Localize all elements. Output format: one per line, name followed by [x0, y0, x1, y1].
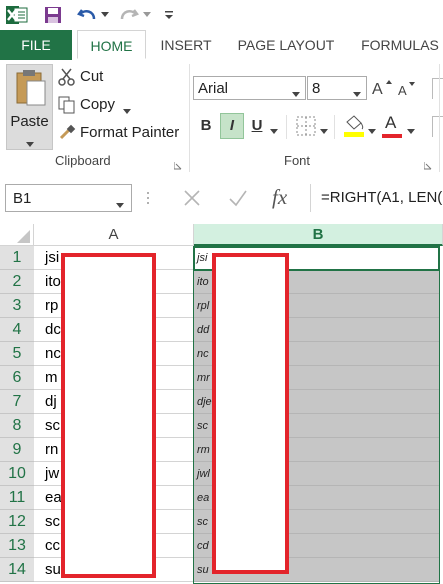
font-launcher-icon[interactable]	[423, 157, 432, 175]
row-header[interactable]: 6	[0, 366, 34, 390]
svg-text:A: A	[372, 81, 383, 98]
tab-formulas[interactable]: FORMULAS	[352, 30, 443, 60]
paste-label: Paste	[10, 113, 49, 130]
chevron-down-icon	[116, 196, 124, 213]
clipboard-group-label: Clipboard	[55, 153, 111, 168]
align-icon[interactable]	[432, 116, 443, 137]
undo-icon[interactable]	[76, 4, 98, 26]
chevron-down-icon	[353, 85, 361, 102]
ribbon-separator	[439, 64, 440, 172]
row-header[interactable]: 2	[0, 270, 34, 294]
formula-input[interactable]: =RIGHT(A1, LEN(	[310, 184, 443, 212]
ribbon-separator	[286, 115, 287, 139]
underline-button[interactable]: U	[248, 115, 266, 137]
tab-page-layout[interactable]: PAGE LAYOUT	[228, 30, 344, 60]
row-header[interactable]: 9	[0, 438, 34, 462]
decrease-font-size-icon[interactable]: A	[398, 80, 420, 105]
name-box-value: B1	[13, 190, 32, 207]
font-size-box[interactable]: 8	[307, 76, 367, 100]
format-painter-icon[interactable]	[58, 124, 78, 142]
row-header[interactable]: 8	[0, 414, 34, 438]
borders-icon[interactable]	[296, 116, 316, 141]
paste-dropdown-icon	[26, 135, 34, 153]
font-color-dropdown-icon[interactable]	[407, 122, 415, 140]
redaction-box-a	[61, 253, 156, 578]
row-header[interactable]: 5	[0, 342, 34, 366]
drag-handle-icon[interactable]	[146, 190, 150, 206]
tab-file[interactable]: FILE	[0, 30, 72, 60]
insert-function-icon[interactable]: fx	[272, 185, 287, 210]
font-size-value: 8	[312, 80, 321, 97]
formula-bar: B1 fx =RIGHT(A1, LEN(	[0, 176, 443, 224]
tab-insert[interactable]: INSERT	[150, 30, 222, 60]
undo-dropdown-icon[interactable]	[99, 4, 111, 26]
bold-button[interactable]: B	[196, 115, 216, 137]
borders-dropdown-icon[interactable]	[320, 122, 328, 140]
ribbon-tabs: FILE HOME INSERT PAGE LAYOUT FORMULAS	[0, 30, 443, 61]
redo-icon[interactable]	[118, 4, 140, 26]
row-header[interactable]: 12	[0, 510, 34, 534]
cancel-icon[interactable]	[182, 188, 202, 213]
chevron-down-icon	[292, 85, 300, 102]
format-painter-button[interactable]: Format Painter	[80, 124, 179, 141]
select-all-corner[interactable]	[0, 224, 34, 246]
copy-button[interactable]: Copy	[80, 96, 115, 113]
scissors-icon[interactable]	[58, 68, 78, 86]
enter-icon[interactable]	[228, 188, 248, 213]
quick-access-toolbar	[0, 0, 443, 30]
ribbon-separator	[189, 64, 190, 172]
ribbon: Paste Cut Copy Format Painter Clipboard …	[0, 60, 443, 177]
clipboard-launcher-icon[interactable]	[173, 157, 182, 175]
name-box[interactable]: B1	[5, 184, 132, 212]
underline-dropdown-icon[interactable]	[270, 122, 278, 140]
column-header-a[interactable]: A	[34, 224, 194, 246]
fill-color-dropdown-icon[interactable]	[368, 122, 376, 140]
clipboard-icon	[15, 69, 47, 112]
row-header[interactable]: 14	[0, 558, 34, 582]
row-header[interactable]: 13	[0, 534, 34, 558]
copy-icon[interactable]	[58, 96, 78, 114]
italic-button[interactable]: I	[220, 113, 244, 139]
ribbon-separator	[334, 115, 335, 139]
row-header[interactable]: 7	[0, 390, 34, 414]
row-header[interactable]: 10	[0, 462, 34, 486]
font-color-swatch	[382, 134, 402, 138]
tab-home[interactable]: HOME	[77, 30, 146, 59]
row-header[interactable]: 4	[0, 318, 34, 342]
redo-dropdown-icon[interactable]	[141, 4, 153, 26]
row-header[interactable]: 3	[0, 294, 34, 318]
row-header[interactable]: 11	[0, 486, 34, 510]
wrap-text-icon[interactable]	[432, 78, 443, 99]
save-icon[interactable]	[41, 4, 65, 26]
fill-color-icon[interactable]	[343, 114, 365, 143]
font-color-label: A	[385, 113, 397, 132]
font-color-button[interactable]: A	[382, 113, 402, 139]
cut-button[interactable]: Cut	[80, 68, 103, 85]
redaction-box-b	[212, 253, 289, 574]
spreadsheet-grid: A B 1 jsi jsi 2 ito ito 3 rp rpl 4 dc dd 5 nc nc 6 m mr 7 d…	[0, 224, 443, 584]
paste-button[interactable]: Paste	[6, 64, 53, 150]
copy-dropdown-icon[interactable]	[123, 102, 131, 120]
increase-font-size-icon[interactable]: A	[372, 78, 394, 103]
excel-logo-icon	[5, 4, 29, 26]
font-group-label: Font	[284, 153, 311, 168]
row-header[interactable]: 1	[0, 246, 34, 270]
font-name-value: Arial	[198, 80, 229, 97]
formula-text: =RIGHT(A1, LEN(	[321, 189, 443, 206]
svg-text:A: A	[398, 83, 407, 98]
customize-toolbar-icon[interactable]	[163, 4, 175, 26]
column-header-b[interactable]: B	[194, 224, 443, 246]
font-name-box[interactable]: Arial	[193, 76, 306, 100]
